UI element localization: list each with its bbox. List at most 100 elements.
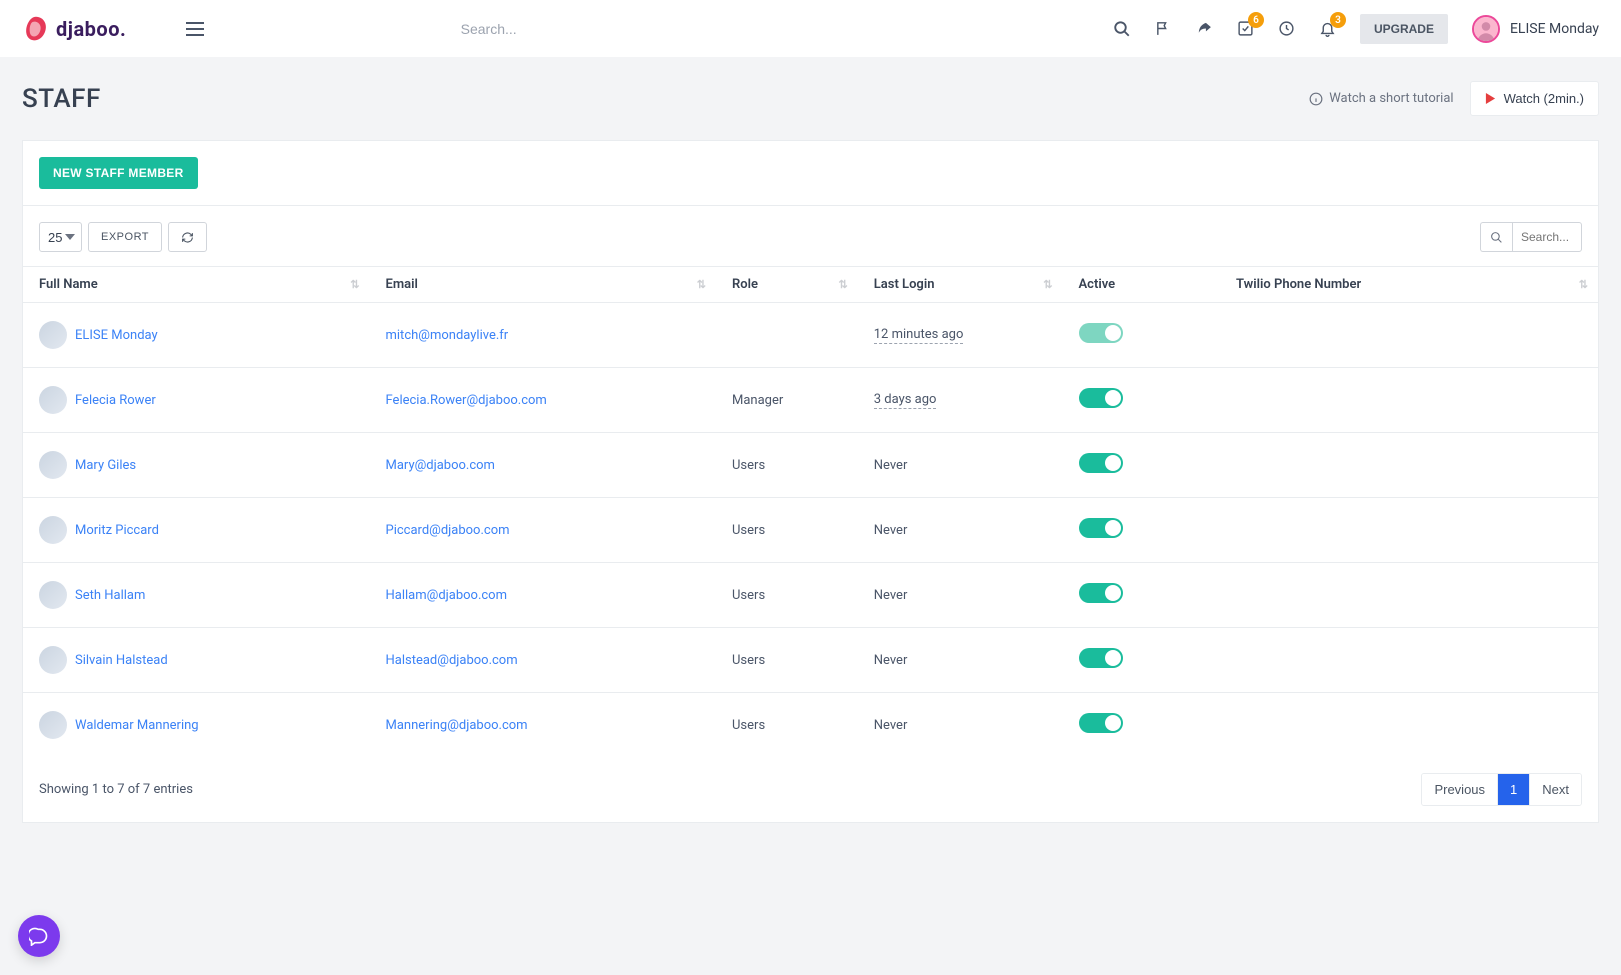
- active-toggle[interactable]: [1079, 648, 1123, 668]
- table-row: Moritz Piccard Piccard@djaboo.com Users …: [23, 498, 1598, 563]
- staff-twilio: [1220, 628, 1598, 693]
- global-search-input[interactable]: [459, 12, 859, 46]
- staff-last-login: Never: [874, 718, 908, 733]
- staff-email-link[interactable]: Mary@djaboo.com: [386, 458, 495, 473]
- table-search-input[interactable]: [1512, 222, 1582, 252]
- active-toggle[interactable]: [1079, 713, 1123, 733]
- table-row: ELISE Monday mitch@mondaylive.fr 12 minu…: [23, 303, 1598, 368]
- card-actions: NEW STAFF MEMBER: [23, 141, 1598, 206]
- global-search-wrap: [220, 12, 1097, 46]
- active-toggle[interactable]: [1079, 323, 1123, 343]
- logo[interactable]: djaboo.: [22, 15, 126, 43]
- pager-page-1[interactable]: 1: [1497, 774, 1529, 805]
- staff-name-link[interactable]: Felecia Rower: [75, 393, 156, 408]
- share-icon[interactable]: [1196, 20, 1213, 37]
- staff-name-link[interactable]: Moritz Piccard: [75, 523, 159, 538]
- new-staff-button[interactable]: NEW STAFF MEMBER: [39, 157, 198, 189]
- col-email[interactable]: Email⇅: [370, 267, 717, 303]
- refresh-button[interactable]: [168, 222, 207, 252]
- staff-twilio: [1220, 693, 1598, 758]
- logo-icon: [22, 15, 50, 43]
- tasks-badge: 6: [1248, 12, 1264, 28]
- staff-email-link[interactable]: Mannering@djaboo.com: [386, 718, 528, 733]
- table-search-icon[interactable]: [1480, 222, 1512, 252]
- staff-name-link[interactable]: ELISE Monday: [75, 328, 158, 343]
- play-icon: [1485, 93, 1496, 104]
- avatar: [39, 321, 67, 349]
- table-row: Seth Hallam Hallam@djaboo.com Users Neve…: [23, 563, 1598, 628]
- table-search-group: [1480, 222, 1582, 252]
- flag-icon[interactable]: [1155, 20, 1172, 37]
- staff-twilio: [1220, 368, 1598, 433]
- user-avatar: [1472, 15, 1500, 43]
- staff-name-link[interactable]: Seth Hallam: [75, 588, 145, 603]
- refresh-icon: [181, 231, 194, 244]
- staff-twilio: [1220, 498, 1598, 563]
- staff-last-login: Never: [874, 523, 908, 538]
- table-toolbar: 25 EXPORT: [23, 206, 1598, 252]
- upgrade-button[interactable]: UPGRADE: [1360, 14, 1448, 44]
- staff-email-link[interactable]: Halstead@djaboo.com: [386, 653, 518, 668]
- tutorial-link[interactable]: Watch a short tutorial: [1309, 91, 1453, 106]
- staff-role: Users: [716, 433, 858, 498]
- staff-last-login: Never: [874, 458, 908, 473]
- staff-role: [716, 303, 858, 368]
- staff-last-login: 3 days ago: [874, 392, 937, 409]
- table-row: Silvain Halstead Halstead@djaboo.com Use…: [23, 628, 1598, 693]
- avatar: [39, 451, 67, 479]
- tutorial-wrap: Watch a short tutorial Watch (2min.): [1309, 81, 1599, 116]
- page-header: STAFF Watch a short tutorial Watch (2min…: [0, 57, 1621, 140]
- export-button[interactable]: EXPORT: [88, 222, 162, 252]
- staff-email-link[interactable]: mitch@mondaylive.fr: [386, 328, 509, 343]
- pager-next[interactable]: Next: [1529, 774, 1581, 805]
- chat-fab[interactable]: [18, 915, 60, 957]
- page-title: STAFF: [22, 84, 101, 114]
- col-active[interactable]: Active: [1063, 267, 1221, 303]
- pager-prev[interactable]: Previous: [1422, 774, 1497, 805]
- col-last-login[interactable]: Last Login⇅: [858, 267, 1063, 303]
- staff-email-link[interactable]: Piccard@djaboo.com: [386, 523, 510, 538]
- active-toggle[interactable]: [1079, 583, 1123, 603]
- staff-email-link[interactable]: Hallam@djaboo.com: [386, 588, 508, 603]
- user-menu[interactable]: ELISE Monday: [1472, 15, 1599, 43]
- active-toggle[interactable]: [1079, 388, 1123, 408]
- topbar-icons: 6 3 UPGRADE ELISE Monday: [1113, 14, 1599, 44]
- avatar: [39, 711, 67, 739]
- topbar: djaboo. 6 3 UPGRADE: [0, 0, 1621, 57]
- staff-name-link[interactable]: Waldemar Mannering: [75, 718, 199, 733]
- col-twilio[interactable]: Twilio Phone Number⇅: [1220, 267, 1598, 303]
- table-footer: Showing 1 to 7 of 7 entries Previous 1 N…: [23, 757, 1598, 822]
- clock-icon[interactable]: [1278, 20, 1295, 37]
- bell-icon[interactable]: 3: [1319, 20, 1336, 37]
- page-size-select[interactable]: 25: [39, 222, 82, 252]
- menu-toggle-icon[interactable]: [186, 22, 204, 36]
- watch-button[interactable]: Watch (2min.): [1470, 81, 1599, 116]
- avatar: [39, 386, 67, 414]
- staff-last-login: 12 minutes ago: [874, 327, 964, 344]
- avatar: [39, 646, 67, 674]
- search-icon[interactable]: [1113, 20, 1131, 38]
- staff-role: Users: [716, 563, 858, 628]
- tasks-icon[interactable]: 6: [1237, 20, 1254, 37]
- staff-name-link[interactable]: Silvain Halstead: [75, 653, 168, 668]
- tutorial-text: Watch a short tutorial: [1329, 91, 1453, 106]
- staff-role: Manager: [716, 368, 858, 433]
- staff-role: Users: [716, 628, 858, 693]
- active-toggle[interactable]: [1079, 518, 1123, 538]
- chat-icon: [29, 926, 49, 946]
- notifications-badge: 3: [1330, 12, 1346, 28]
- table-row: Felecia Rower Felecia.Rower@djaboo.com M…: [23, 368, 1598, 433]
- logo-text: djaboo.: [56, 17, 126, 41]
- avatar: [39, 581, 67, 609]
- active-toggle[interactable]: [1079, 453, 1123, 473]
- user-name-label: ELISE Monday: [1510, 21, 1599, 37]
- staff-twilio: [1220, 303, 1598, 368]
- avatar: [39, 516, 67, 544]
- col-full-name[interactable]: Full Name⇅: [23, 267, 370, 303]
- staff-card: NEW STAFF MEMBER 25 EXPORT Full Name⇅: [22, 140, 1599, 823]
- staff-name-link[interactable]: Mary Giles: [75, 458, 136, 473]
- col-role[interactable]: Role⇅: [716, 267, 858, 303]
- staff-email-link[interactable]: Felecia.Rower@djaboo.com: [386, 393, 547, 408]
- staff-role: Users: [716, 693, 858, 758]
- staff-twilio: [1220, 563, 1598, 628]
